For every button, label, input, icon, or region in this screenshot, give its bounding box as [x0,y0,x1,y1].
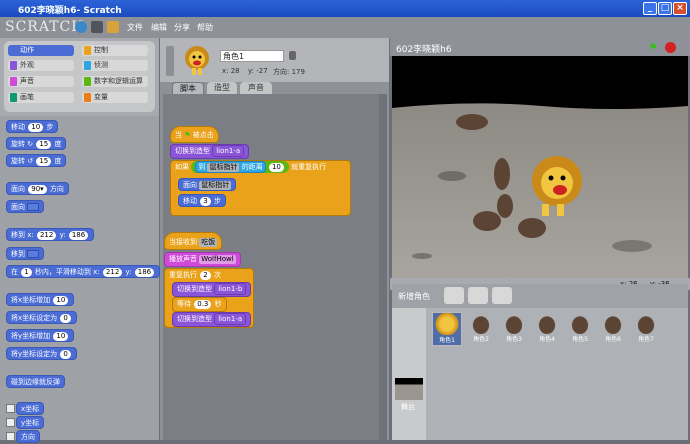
block-bounce[interactable]: 碰到边缘就反弹 [6,375,65,388]
block-change-x[interactable]: 将x坐标增加 10 [6,293,75,306]
choose-sprite-button[interactable] [468,287,488,304]
sprite-name-field[interactable]: 角色1 [220,50,284,62]
stage[interactable] [392,56,688,278]
tab-costumes[interactable]: 造型 [207,82,237,94]
scripts-scrollbar[interactable] [379,94,387,440]
sprite-thumb-5[interactable]: 角色5 [565,312,595,346]
block-turn-ccw[interactable]: 旋转 ↺ 15 度 [6,154,67,167]
title-bar: 602李晓颖h6- Scratch _ □ × [0,0,690,17]
block-switch-costume-b[interactable]: 切换到造型 lion1-b [172,282,252,297]
block-point-direction[interactable]: 面向 90▾ 方向 [6,182,69,195]
reporter-direction[interactable]: 方向 [16,430,40,443]
block-switch-costume-a[interactable]: 切换到造型 lion1-a [172,312,252,327]
stage-thumbnail[interactable] [395,378,423,400]
script-broadcast[interactable]: 当接收到 吃饭 播放声音 WolfHowl 重复执行 2 次 切换到造型 lio… [164,232,264,332]
green-flag-icon: ⚑ [184,131,191,139]
sprite-thumb-3[interactable]: 角色3 [499,312,529,346]
sprite-direction: 方向: 179 [273,68,305,76]
menu-edit[interactable]: 编辑 [151,22,167,33]
category-pen[interactable]: 画笔 [8,92,74,103]
reporter-xpos[interactable]: x坐标 [16,402,45,415]
hat-when-receive[interactable]: 当接收到 吃饭 [164,232,223,250]
window-title: 602李晓颖h6- Scratch [18,6,122,16]
maximize-button[interactable]: □ [658,2,672,15]
tab-scripts[interactable]: 脚本 [172,82,204,94]
menu-file[interactable]: 文件 [127,22,143,33]
stage-header: 602李晓颖h6 [390,38,690,56]
category-selector: 动作 控制 外观 侦测 声音 数字和逻辑运算 画笔 变量 [4,41,155,112]
block-turn-cw[interactable]: 旋转 ↻ 15 度 [6,137,67,150]
block-move[interactable]: 移动 10 步 [6,120,59,133]
xpos-checkbox[interactable] [6,404,15,413]
sprite-thumb-6[interactable]: 角色6 [598,312,628,346]
minimize-button[interactable]: _ [643,2,657,15]
stop-button[interactable] [665,42,676,53]
save-icon[interactable] [91,21,103,33]
tab-sounds[interactable]: 声音 [240,82,272,94]
sprite-y: y: -27 [248,67,268,75]
new-sprite-bar: 新增角色 [392,284,688,308]
random-sprite-button[interactable] [492,287,512,304]
block-goto-xy[interactable]: 移到 x: 212 y: 186 [6,228,95,241]
category-variables[interactable]: 变量 [82,92,148,103]
sprite-x: x: 28 [222,67,240,75]
category-looks[interactable]: 外观 [8,60,74,71]
category-sensing[interactable]: 侦测 [82,60,148,71]
menu-bar [0,17,690,38]
stage-thumbnail-label: 舞台 [401,403,415,411]
category-control[interactable]: 控制 [82,45,148,56]
language-globe-icon[interactable] [75,21,87,33]
block-wait[interactable]: 等待 0.3 秒 [172,297,227,312]
block-goto[interactable]: 移到 [6,247,45,260]
sprite-thumbnail [182,44,212,76]
rotation-style-buttons[interactable] [166,46,174,76]
reporter-ypos[interactable]: y坐标 [16,416,45,429]
block-set-y[interactable]: 将y坐标设定为 0 [6,347,77,360]
block-set-x[interactable]: 将x坐标设定为 0 [6,311,77,324]
sprite-thumb-1[interactable]: 角色1 [432,312,462,346]
sprite-thumb-7[interactable]: 角色7 [631,312,661,346]
script-green-flag[interactable]: 当 ⚑ 被点击 切换到造型 lion1-a 如果 到 鼠标指针 的距离 10 就… [168,116,351,216]
category-motion[interactable]: 动作 [8,45,74,56]
stage-thumbnail-column: 舞台 [392,308,426,440]
block-point-towards-mouse[interactable]: 面向 鼠标指针 [178,178,237,191]
new-sprite-label: 新增角色 [398,292,430,301]
menu-help[interactable]: 帮助 [197,22,213,33]
menu-share[interactable]: 分享 [174,22,190,33]
project-title: 602李晓颖h6 [396,45,452,55]
block-point-towards[interactable]: 面向 [6,200,45,213]
block-palette: 移动 10 步 旋转 ↻ 15 度 旋转 ↺ 15 度 面向 90▾ 方向 面向… [0,116,161,443]
block-glide[interactable]: 在 1 秒内，平滑移动到 x: 212 y: 186 [6,265,161,278]
sprite-thumb-2[interactable]: 角色2 [466,312,496,346]
close-button[interactable]: × [673,2,687,15]
block-switch-costume[interactable]: 切换到造型 lion1-a [170,144,250,159]
hat-when-flag-clicked[interactable]: 当 ⚑ 被点击 [170,126,219,143]
share-icon[interactable] [107,21,119,33]
block-change-y[interactable]: 将y坐标增加 10 [6,329,75,342]
scratch-logo: SCRATCH [5,19,85,35]
category-sound[interactable]: 声音 [8,76,74,87]
lock-icon[interactable] [289,51,296,60]
block-move-3[interactable]: 移动 3 步 [178,194,226,207]
sprite-thumb-4[interactable]: 角色4 [532,312,562,346]
green-flag-button[interactable]: ⚑ [648,41,662,54]
paint-sprite-button[interactable] [444,287,464,304]
ypos-checkbox[interactable] [6,418,15,427]
category-operators[interactable]: 数字和逻辑运算 [82,76,148,87]
block-play-sound[interactable]: 播放声音 WolfHowl [164,252,241,267]
